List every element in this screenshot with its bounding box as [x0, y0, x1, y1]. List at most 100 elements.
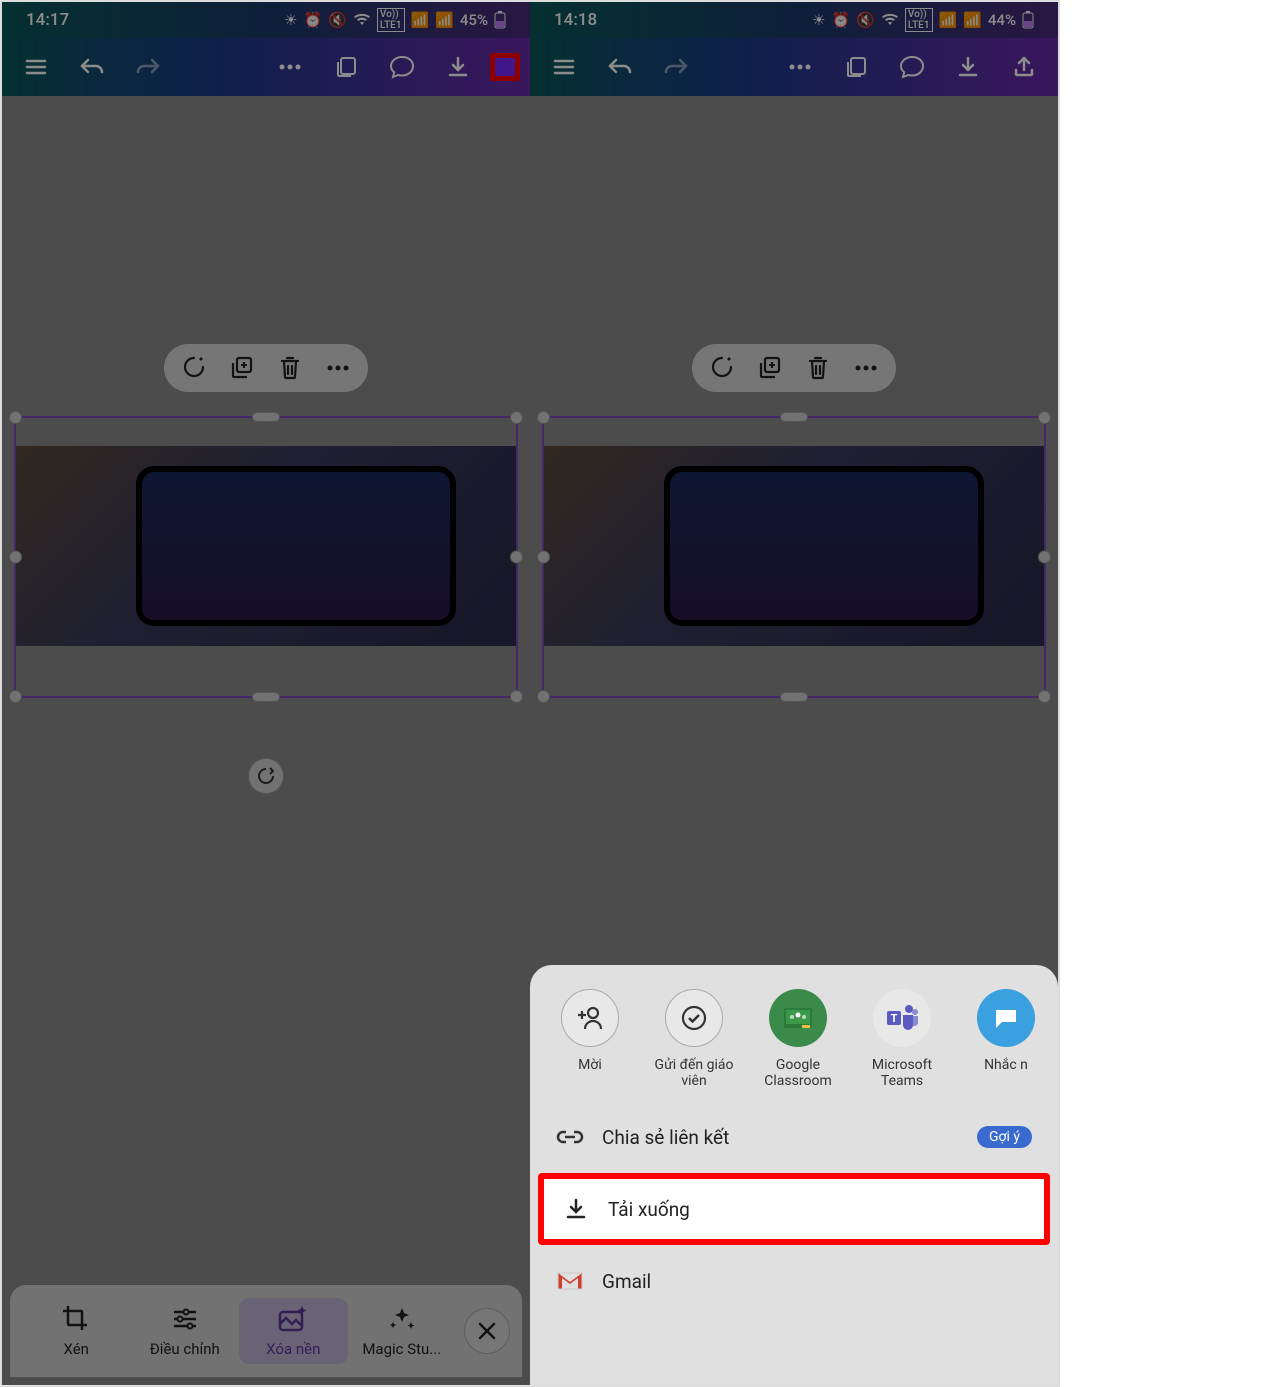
- menu-icon[interactable]: [550, 53, 578, 81]
- gmail-icon: [556, 1267, 584, 1295]
- crop-tool[interactable]: Xén: [22, 1298, 131, 1364]
- effects-icon[interactable]: [180, 354, 208, 382]
- handle-top-center[interactable]: [252, 412, 280, 422]
- undo-icon[interactable]: [78, 53, 106, 81]
- magic-label: Magic Stu...: [362, 1340, 441, 1358]
- handle-bottom-left[interactable]: [537, 690, 550, 703]
- link-icon: [556, 1123, 584, 1151]
- share-icon[interactable]: [1010, 53, 1038, 81]
- delete-icon[interactable]: [276, 354, 304, 382]
- selection-frame[interactable]: [542, 416, 1046, 698]
- remind-label: Nhắc n: [984, 1057, 1028, 1073]
- pages-icon[interactable]: [332, 53, 360, 81]
- adjust-tool[interactable]: Điều chỉnh: [131, 1298, 240, 1364]
- classroom-icon: [769, 989, 827, 1047]
- signal2-icon: 📶: [435, 11, 454, 29]
- handle-mid-right[interactable]: [510, 551, 523, 564]
- share-app-remind[interactable]: Nhắc n: [958, 989, 1054, 1089]
- handle-bottom-right[interactable]: [1038, 690, 1051, 703]
- element-more-icon[interactable]: [852, 354, 880, 382]
- element-toolbar: [164, 344, 368, 392]
- status-bar: 14:18 ☀ ⏰ 🔇 Vo))LTE1 📶 📶 44%: [530, 2, 1058, 38]
- handle-top-right[interactable]: [510, 411, 523, 424]
- download-row-icon: [562, 1195, 590, 1223]
- handle-bottom-center[interactable]: [780, 692, 808, 702]
- comment-icon[interactable]: [898, 53, 926, 81]
- duplicate-icon[interactable]: [228, 354, 256, 382]
- teams-label: Microsoft Teams: [854, 1057, 950, 1089]
- delete-icon[interactable]: [804, 354, 832, 382]
- share-app-teams[interactable]: T Microsoft Teams: [854, 989, 950, 1089]
- remind-icon: [977, 989, 1035, 1047]
- handle-top-center[interactable]: [780, 412, 808, 422]
- download-icon[interactable]: [954, 53, 982, 81]
- magic-studio-tool[interactable]: Magic Stu...: [348, 1298, 457, 1364]
- volte-icon: Vo))LTE1: [905, 8, 933, 32]
- duplicate-icon[interactable]: [756, 354, 784, 382]
- remove-bg-tool[interactable]: Xóa nền: [239, 1298, 348, 1364]
- share-app-teacher[interactable]: Gửi đến giáo viên: [646, 989, 742, 1089]
- handle-bottom-center[interactable]: [252, 692, 280, 702]
- more-icon[interactable]: [276, 53, 304, 81]
- close-toolbar-button[interactable]: [464, 1308, 510, 1354]
- share-icon[interactable]: [490, 53, 520, 81]
- share-app-classroom[interactable]: Google Classroom: [750, 989, 846, 1089]
- editor-toolbar: [530, 38, 1058, 96]
- signal2-icon: 📶: [963, 11, 982, 29]
- alarm-icon: ⏰: [832, 11, 851, 29]
- handle-mid-left[interactable]: [9, 551, 22, 564]
- download-row[interactable]: Tải xuống: [544, 1179, 1044, 1239]
- menu-icon[interactable]: [22, 53, 50, 81]
- download-icon[interactable]: [444, 53, 472, 81]
- handle-top-left[interactable]: [9, 411, 22, 424]
- alarm-icon: ⏰: [304, 11, 323, 29]
- gmail-row[interactable]: Gmail: [530, 1249, 1058, 1313]
- undo-icon[interactable]: [606, 53, 634, 81]
- invite-icon: [561, 989, 619, 1047]
- brightness-icon: ☀: [812, 11, 825, 29]
- handle-bottom-right[interactable]: [510, 690, 523, 703]
- bottom-toolbar: Xén Điều chỉnh Xóa nền Magic Stu...: [10, 1285, 522, 1377]
- editor-toolbar: [2, 38, 530, 96]
- canvas-area[interactable]: Xén Điều chỉnh Xóa nền Magic Stu...: [2, 96, 530, 1385]
- download-label: Tải xuống: [608, 1198, 690, 1221]
- teams-icon: T: [873, 989, 931, 1047]
- gmail-label: Gmail: [602, 1270, 651, 1293]
- invite-label: Mời: [578, 1057, 602, 1073]
- battery-icon: [1022, 11, 1034, 29]
- status-bar: 14:17 ☀ ⏰ 🔇 Vo))LTE1 📶 📶 45%: [2, 2, 530, 38]
- handle-mid-left[interactable]: [537, 551, 550, 564]
- handle-mid-right[interactable]: [1038, 551, 1051, 564]
- rotate-handle[interactable]: [248, 758, 284, 794]
- signal-icon: 📶: [939, 11, 958, 29]
- volte-icon: Vo))LTE1: [377, 8, 405, 32]
- status-time: 14:18: [554, 10, 597, 30]
- check-icon: [665, 989, 723, 1047]
- status-time: 14:17: [26, 10, 69, 30]
- share-link-row[interactable]: Chia sẻ liên kết Gợi ý: [530, 1105, 1058, 1169]
- share-link-label: Chia sẻ liên kết: [602, 1126, 729, 1149]
- redo-icon[interactable]: [662, 53, 690, 81]
- pages-icon[interactable]: [842, 53, 870, 81]
- svg-text:T: T: [891, 1012, 898, 1025]
- brightness-icon: ☀: [284, 11, 297, 29]
- adjust-label: Điều chỉnh: [150, 1340, 220, 1358]
- battery-percent: 44%: [988, 11, 1016, 29]
- handle-top-left[interactable]: [537, 411, 550, 424]
- effects-icon[interactable]: [708, 354, 736, 382]
- share-apps-row[interactable]: Mời Gửi đến giáo viên Google Classroom T…: [530, 965, 1058, 1105]
- share-sheet: Mời Gửi đến giáo viên Google Classroom T…: [530, 965, 1058, 1385]
- redo-icon[interactable]: [134, 53, 162, 81]
- battery-percent: 45%: [460, 11, 488, 29]
- share-app-invite[interactable]: Mời: [542, 989, 638, 1089]
- remove-bg-label: Xóa nền: [266, 1340, 320, 1358]
- crop-label: Xén: [64, 1340, 89, 1358]
- suggest-badge: Gợi ý: [977, 1126, 1032, 1148]
- comment-icon[interactable]: [388, 53, 416, 81]
- element-toolbar: [692, 344, 896, 392]
- more-icon[interactable]: [786, 53, 814, 81]
- selection-frame[interactable]: [14, 416, 518, 698]
- handle-bottom-left[interactable]: [9, 690, 22, 703]
- element-more-icon[interactable]: [324, 354, 352, 382]
- handle-top-right[interactable]: [1038, 411, 1051, 424]
